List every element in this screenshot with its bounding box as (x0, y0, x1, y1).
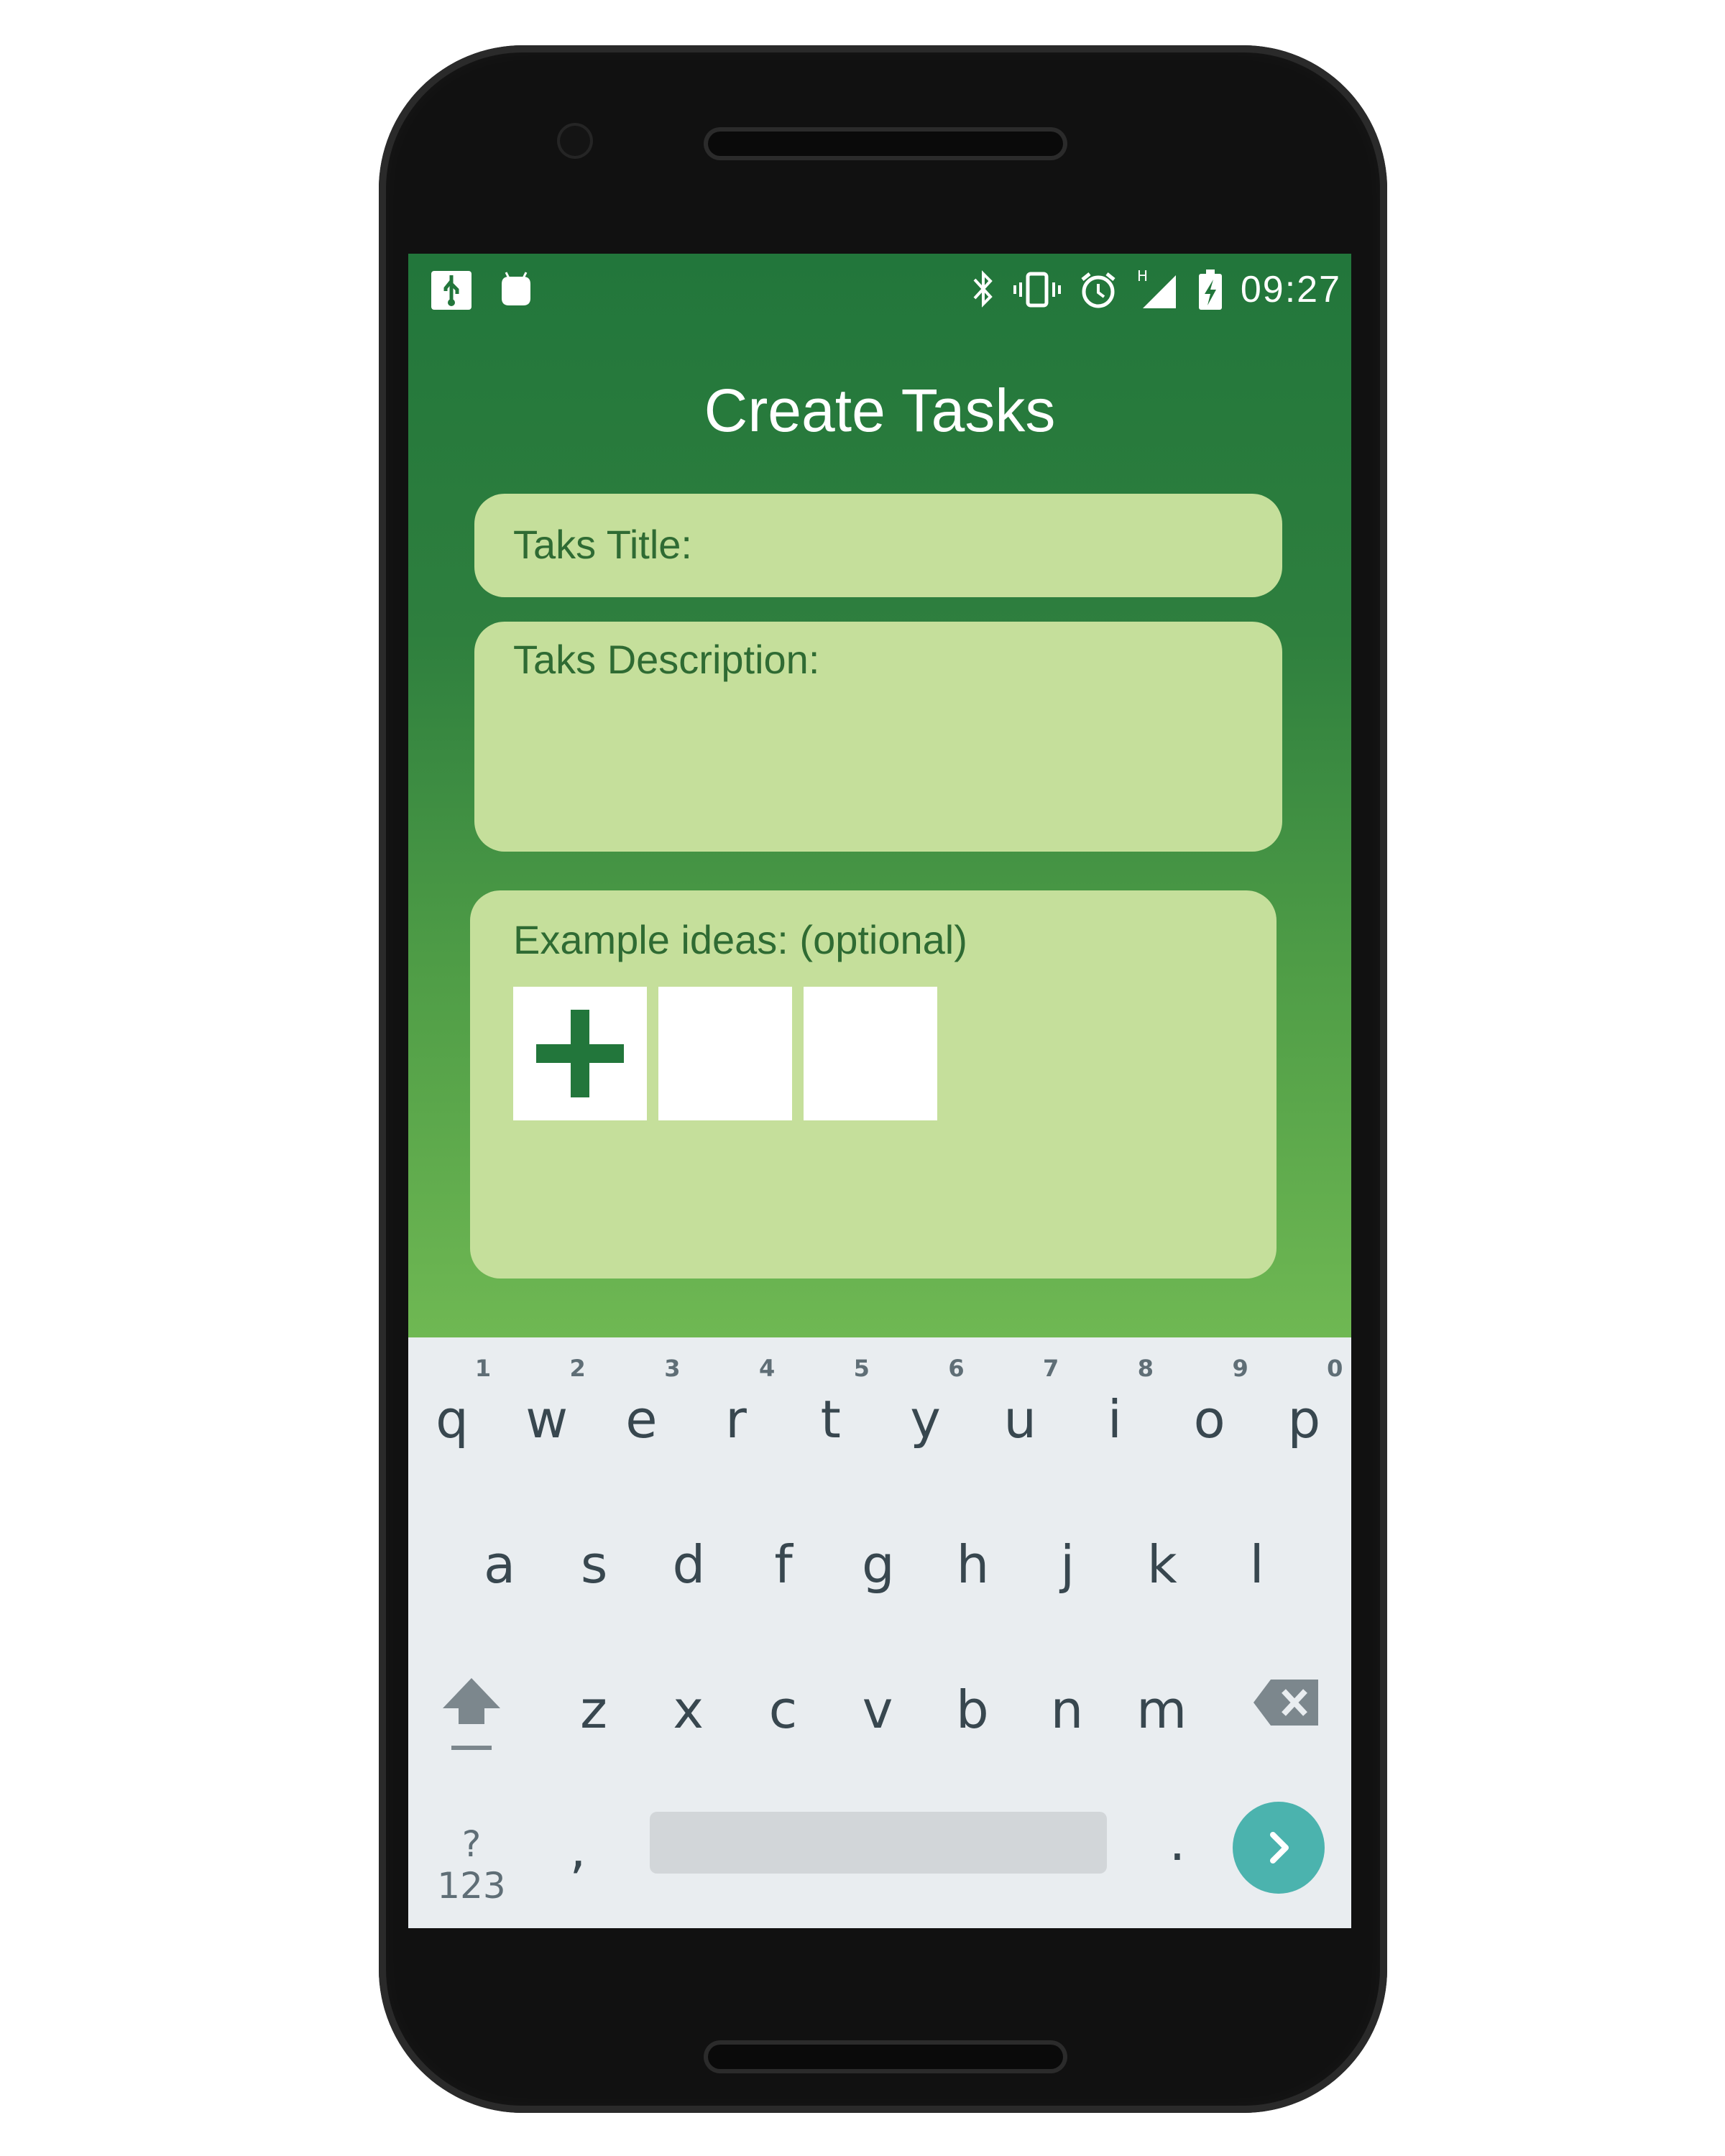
key-k[interactable]: k (1119, 1534, 1205, 1595)
key-p[interactable]: p (1261, 1389, 1347, 1450)
phone-screen: H 09:27 Create Tasks Taks Title: Taks De… (408, 254, 1351, 1928)
alarm-icon (1081, 272, 1116, 308)
key-g[interactable]: g (835, 1534, 921, 1595)
key-y[interactable]: y (883, 1389, 969, 1450)
key-m[interactable]: m (1118, 1680, 1205, 1740)
key-w[interactable]: w (504, 1389, 590, 1450)
key-d[interactable]: d (645, 1534, 732, 1595)
task-description-field[interactable]: Taks Description: (474, 622, 1282, 852)
bluetooth-icon (973, 270, 993, 308)
status-bar: H 09:27 (408, 254, 1351, 326)
soft-keyboard: q 1w 2e 3r 4t 5y 6u 7i 8o 9p 0 asdfghjkl zxcvbnm ?… (408, 1337, 1351, 1928)
create-tasks-screen: H 09:27 Create Tasks Taks Title: Taks De… (408, 254, 1351, 1337)
symbols-key[interactable]: ?123 (428, 1823, 515, 1907)
usb-icon (431, 271, 472, 310)
shift-arrow-icon[interactable] (436, 1671, 507, 1756)
key-b[interactable]: b (929, 1680, 1016, 1740)
key-q[interactable]: q (409, 1389, 495, 1450)
key-t[interactable]: t (788, 1389, 874, 1450)
key-hint-8: 8 (1137, 1355, 1154, 1382)
example-slot[interactable] (658, 987, 792, 1120)
key-j[interactable]: j (1024, 1534, 1110, 1595)
key-hint-5: 5 (853, 1355, 870, 1382)
key-s[interactable]: s (551, 1534, 638, 1595)
key-v[interactable]: v (834, 1680, 921, 1740)
key-r[interactable]: r (693, 1389, 779, 1450)
front-camera (560, 126, 590, 156)
key-e[interactable]: e (598, 1389, 684, 1450)
key-hint-4: 4 (758, 1355, 776, 1382)
task-title-placeholder: Taks Title: (513, 522, 692, 567)
enter-button[interactable] (1233, 1802, 1325, 1894)
example-slot[interactable] (804, 987, 937, 1120)
backspace-icon[interactable] (1251, 1675, 1322, 1730)
key-h[interactable]: h (930, 1534, 1016, 1595)
example-ideas-label: Example ideas: (optional) (513, 917, 967, 962)
key-a[interactable]: a (456, 1534, 543, 1595)
key-hint-9: 9 (1232, 1355, 1248, 1382)
earpiece-speaker (708, 132, 1063, 156)
plus-icon (536, 1010, 624, 1097)
key-l[interactable]: l (1214, 1534, 1300, 1595)
key-f[interactable]: f (740, 1534, 827, 1595)
key-z[interactable]: z (551, 1680, 637, 1740)
comma-key[interactable]: , (549, 1819, 607, 1879)
space-bar[interactable] (650, 1812, 1107, 1874)
key-hint-3: 3 (664, 1355, 681, 1382)
task-title-field[interactable]: Taks Title: (474, 494, 1282, 597)
key-hint-1: 1 (474, 1355, 492, 1382)
clock: 09:27 (1240, 269, 1341, 310)
android-notification-icon (502, 272, 530, 305)
key-hint-6: 6 (948, 1355, 965, 1382)
key-hint-7: 7 (1043, 1355, 1059, 1382)
add-example-button[interactable] (513, 987, 647, 1120)
bottom-speaker (708, 2045, 1063, 2069)
key-hint-2: 2 (569, 1355, 586, 1382)
svg-text:H: H (1137, 268, 1148, 285)
key-o[interactable]: o (1167, 1389, 1253, 1450)
example-ideas-panel: Example ideas: (optional) (470, 890, 1276, 1279)
key-i[interactable]: i (1072, 1389, 1158, 1450)
task-description-placeholder: Taks Description: (513, 637, 820, 682)
period-key[interactable]: . (1149, 1812, 1206, 1872)
key-c[interactable]: c (740, 1680, 826, 1740)
page-title: Create Tasks (704, 377, 1056, 444)
key-hint-0: 0 (1327, 1355, 1343, 1382)
chevron-right-icon (1270, 1832, 1289, 1864)
key-x[interactable]: x (645, 1680, 732, 1740)
vibrate-icon (1013, 272, 1061, 308)
battery-charging-icon (1199, 270, 1222, 310)
key-n[interactable]: n (1024, 1680, 1110, 1740)
signal-h-icon: H (1137, 268, 1176, 308)
key-u[interactable]: u (977, 1389, 1063, 1450)
